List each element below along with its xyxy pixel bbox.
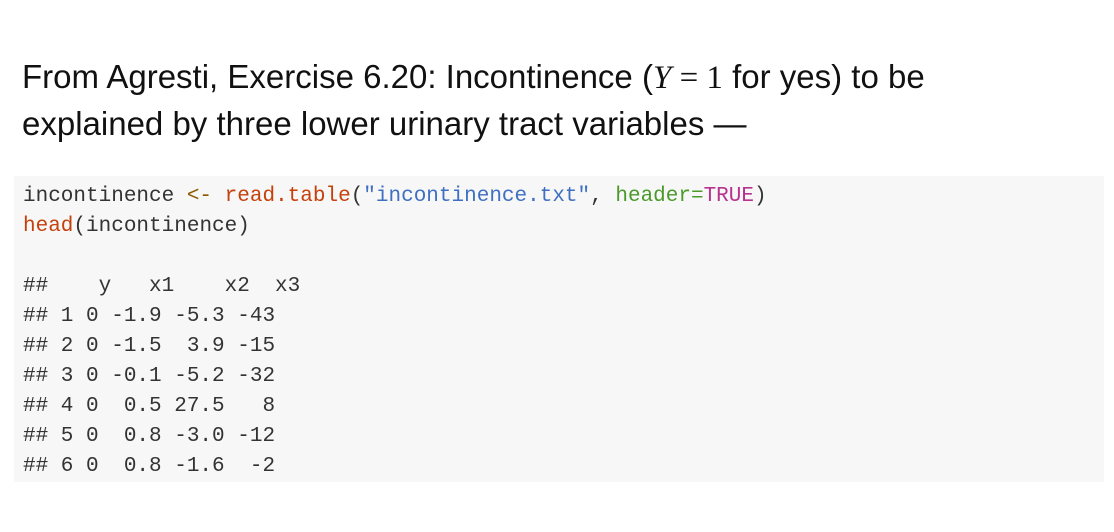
code-content: incontinence <- read.table("incontinence… <box>23 182 767 482</box>
intro-line-2: explained by three lower urinary tract v… <box>22 105 747 142</box>
intro-line-1-start: From Agresti, Exercise 6.20: Incontinenc… <box>22 58 653 95</box>
code-paren-open: ( <box>350 185 364 208</box>
intro-line-1-end: for yes) to be <box>722 58 925 95</box>
code-assign-operator: <- <box>186 185 213 208</box>
intro-line-1: From Agresti, Exercise 6.20: Incontinenc… <box>22 54 1082 101</box>
output-row-5: ## 5 0 0.8 -3.0 -12 <box>23 425 276 448</box>
code-paren-close: ) <box>754 185 767 208</box>
math-equation: = 1 <box>671 60 723 96</box>
math-variable: Y <box>652 60 672 96</box>
output-row-2: ## 2 0 -1.5 3.9 -15 <box>23 335 276 358</box>
code-line-1: incontinence <- read.table("incontinence… <box>23 185 767 208</box>
code-function-head: head <box>23 215 74 238</box>
code-line-2: head(incontinence) <box>23 215 250 238</box>
code-function-read-table: read.table <box>224 185 351 208</box>
output-header-row: ## y x1 x2 x3 <box>23 275 301 298</box>
output-row-6: ## 6 0 0.8 -1.6 -2 <box>23 455 276 478</box>
code-variable: incontinence <box>23 185 187 208</box>
output-row-3: ## 3 0 -0.1 -5.2 -32 <box>23 365 276 388</box>
code-string-filename: "incontinence.txt" <box>363 185 591 208</box>
intro-text: From Agresti, Exercise 6.20: Incontinenc… <box>22 54 1082 147</box>
output-row-1: ## 1 0 -1.9 -5.3 -43 <box>23 305 276 328</box>
code-argument-header: header= <box>615 185 704 208</box>
code-constant-true: TRUE <box>703 185 754 208</box>
code-head-args: (incontinence) <box>73 215 250 238</box>
code-comma: , <box>590 185 616 208</box>
code-block: incontinence <- read.table("incontinence… <box>14 176 1104 482</box>
output-row-4: ## 4 0 0.5 27.5 8 <box>23 395 276 418</box>
